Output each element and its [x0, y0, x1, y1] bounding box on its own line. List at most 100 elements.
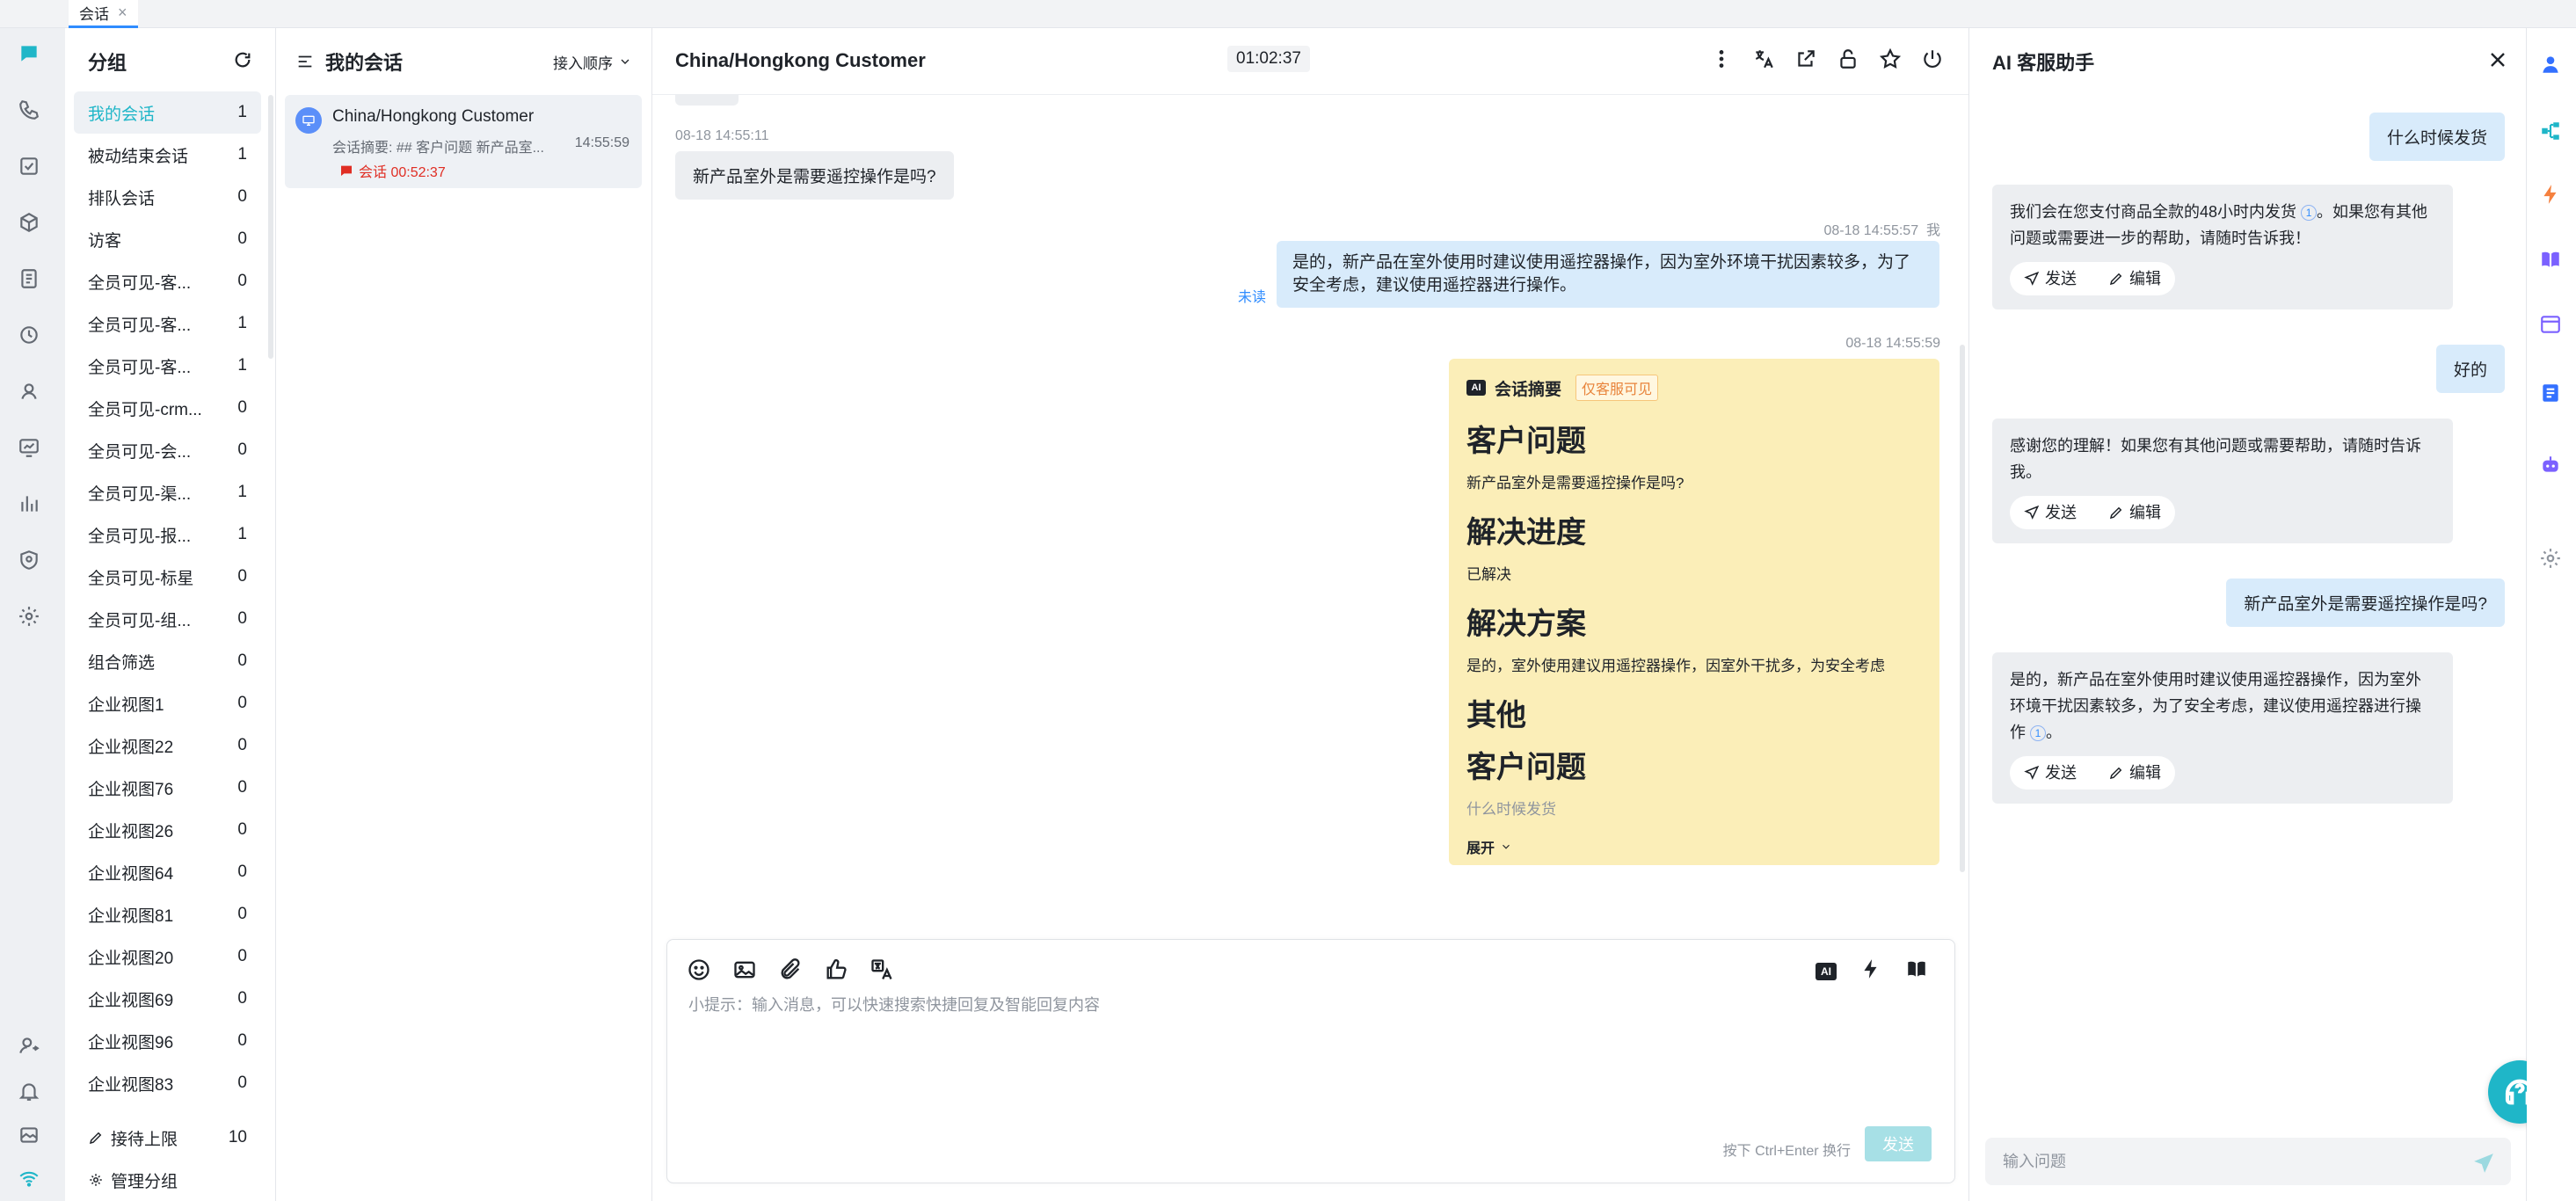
clock-icon[interactable]: [16, 322, 42, 348]
ai-assist-icon[interactable]: AI: [1816, 962, 1837, 980]
group-item[interactable]: 全员可见-客... 0: [74, 260, 261, 302]
group-item[interactable]: 全员可见-渠... 1: [74, 471, 261, 513]
newline-hint: 按下 Ctrl+Enter 换行: [1722, 1144, 1851, 1159]
emoji-icon[interactable]: [687, 957, 711, 986]
attachment-icon[interactable]: [778, 957, 803, 986]
close-icon[interactable]: [2487, 49, 2508, 75]
group-item[interactable]: 被动结束会话 1: [74, 134, 261, 176]
chat-panel: China/Hongkong Customer 01:02:37 08-18 1…: [652, 28, 1969, 1201]
expand-button[interactable]: 展开: [1466, 836, 1922, 857]
group-item[interactable]: 全员可见-标星 0: [74, 556, 261, 598]
group-item[interactable]: 企业视图64 0: [74, 851, 261, 893]
group-item[interactable]: 企业视图26 0: [74, 809, 261, 851]
lightning-icon[interactable]: [2539, 183, 2564, 207]
summary-heading: 其他: [1466, 699, 1526, 732]
answer-send-button[interactable]: 发送: [2024, 266, 2077, 292]
order-select[interactable]: 接入顺序: [553, 51, 632, 73]
group-item[interactable]: 全员可见-组... 0: [74, 598, 261, 640]
shield-icon[interactable]: [16, 547, 42, 573]
answer-send-button[interactable]: 发送: [2024, 499, 2077, 526]
answer-edit-button[interactable]: 编辑: [2108, 266, 2161, 292]
group-item[interactable]: 企业视图76 0: [74, 767, 261, 809]
send-label: 发送: [2045, 764, 2077, 782]
group-item[interactable]: 全员可见-crm... 0: [74, 387, 261, 429]
share-icon[interactable]: [1794, 47, 1817, 75]
window-icon[interactable]: [2539, 313, 2564, 338]
flow-icon[interactable]: [2539, 120, 2564, 144]
chat-scrollbar[interactable]: [1960, 345, 1965, 872]
refresh-icon[interactable]: [233, 50, 252, 74]
chat-timer: 01:02:37: [1227, 46, 1310, 72]
document-icon[interactable]: [16, 266, 42, 292]
group-item[interactable]: 企业视图20 0: [74, 935, 261, 978]
customer-message: 新产品室外是需要遥控操作是吗?: [675, 151, 954, 200]
assistant-input[interactable]: [1985, 1138, 2511, 1185]
image-icon[interactable]: [732, 957, 757, 986]
checkbox-icon[interactable]: [16, 153, 42, 179]
groups-title: 分组: [88, 52, 127, 74]
tab-conversations[interactable]: 会话 ×: [69, 0, 138, 28]
right-tool-rail: [2527, 28, 2576, 1201]
answer-edit-button[interactable]: 编辑: [2108, 499, 2161, 526]
contact-icon[interactable]: [16, 378, 42, 404]
cube-icon[interactable]: [16, 209, 42, 236]
knowledge-doc-icon[interactable]: [2539, 382, 2564, 406]
group-label: 全员可见-会...: [88, 442, 192, 462]
group-item[interactable]: 全员可见-会... 0: [74, 429, 261, 471]
bar-chart-icon[interactable]: [16, 491, 42, 517]
translate-icon[interactable]: [1752, 47, 1775, 75]
message-input[interactable]: [688, 996, 1919, 1015]
group-item[interactable]: 组合筛选 0: [74, 640, 261, 682]
gear-icon[interactable]: [16, 603, 42, 630]
group-item[interactable]: 企业视图1 0: [74, 682, 261, 724]
bell-icon[interactable]: [16, 1078, 42, 1104]
group-item[interactable]: 企业视图81 0: [74, 893, 261, 935]
star-icon[interactable]: [1879, 47, 1902, 75]
group-item[interactable]: 全员可见-客... 1: [74, 345, 261, 387]
phone-icon[interactable]: [16, 97, 42, 123]
group-item[interactable]: 全员可见-客... 1: [74, 302, 261, 345]
user-icon[interactable]: [2539, 53, 2564, 77]
more-vertical-icon[interactable]: [1710, 47, 1733, 75]
manage-groups-button[interactable]: 管理分组: [74, 1159, 261, 1201]
group-item[interactable]: 企业视图83 0: [74, 1062, 261, 1104]
answer-edit-button[interactable]: 编辑: [2108, 760, 2161, 786]
chat-bubble-icon[interactable]: [16, 40, 42, 67]
group-item[interactable]: 我的会话 1: [74, 91, 261, 134]
group-item[interactable]: 企业视图96 0: [74, 1020, 261, 1062]
lightning-icon[interactable]: [1859, 957, 1882, 985]
group-label: 企业视图69: [88, 991, 174, 1010]
robot-icon[interactable]: [2539, 454, 2564, 478]
assistant-send-icon[interactable]: [2472, 1152, 2495, 1179]
image-box-icon[interactable]: [16, 1122, 42, 1148]
group-count: 0: [237, 778, 247, 797]
group-item[interactable]: 企业视图22 0: [74, 724, 261, 767]
group-item[interactable]: 排队会话 0: [74, 176, 261, 218]
ai-summary-card: AI 会话摘要 仅客服可见 客户问题 新产品室外是需要遥控操作是吗? 解决进度 已解…: [1449, 359, 1939, 865]
gear-icon[interactable]: [2539, 547, 2564, 571]
conversation-name: China/Hongkong Customer: [332, 107, 535, 126]
send-icon: [2024, 271, 2040, 286]
edit-icon: [2109, 767, 2122, 780]
tab-close-icon[interactable]: ×: [118, 4, 127, 22]
thumbs-up-icon[interactable]: [824, 957, 848, 986]
edit-label: 编辑: [2129, 504, 2161, 521]
citation-marker[interactable]: 1: [2030, 725, 2047, 742]
unlock-icon[interactable]: [1837, 47, 1859, 75]
edit-icon: [2109, 273, 2122, 286]
group-item[interactable]: 访客 0: [74, 218, 261, 260]
groups-scrollbar[interactable]: [268, 95, 273, 359]
translate-icon[interactable]: [870, 957, 894, 986]
monitor-chart-icon[interactable]: [16, 434, 42, 461]
user-switch-icon[interactable]: [16, 1032, 42, 1059]
book-icon[interactable]: [2539, 248, 2564, 273]
send-button[interactable]: 发送: [1865, 1126, 1932, 1161]
power-icon[interactable]: [1921, 47, 1944, 75]
conversation-item[interactable]: China/Hongkong Customer 会话摘要: ## 客户问题 新产…: [285, 95, 642, 188]
reception-limit[interactable]: 接待上限 10: [74, 1117, 261, 1159]
group-item[interactable]: 全员可见-报... 1: [74, 513, 261, 556]
book-icon[interactable]: [1905, 957, 1928, 985]
group-item[interactable]: 企业视图69 0: [74, 978, 261, 1020]
answer-send-button[interactable]: 发送: [2024, 760, 2077, 786]
citation-marker[interactable]: 1: [2301, 205, 2318, 222]
